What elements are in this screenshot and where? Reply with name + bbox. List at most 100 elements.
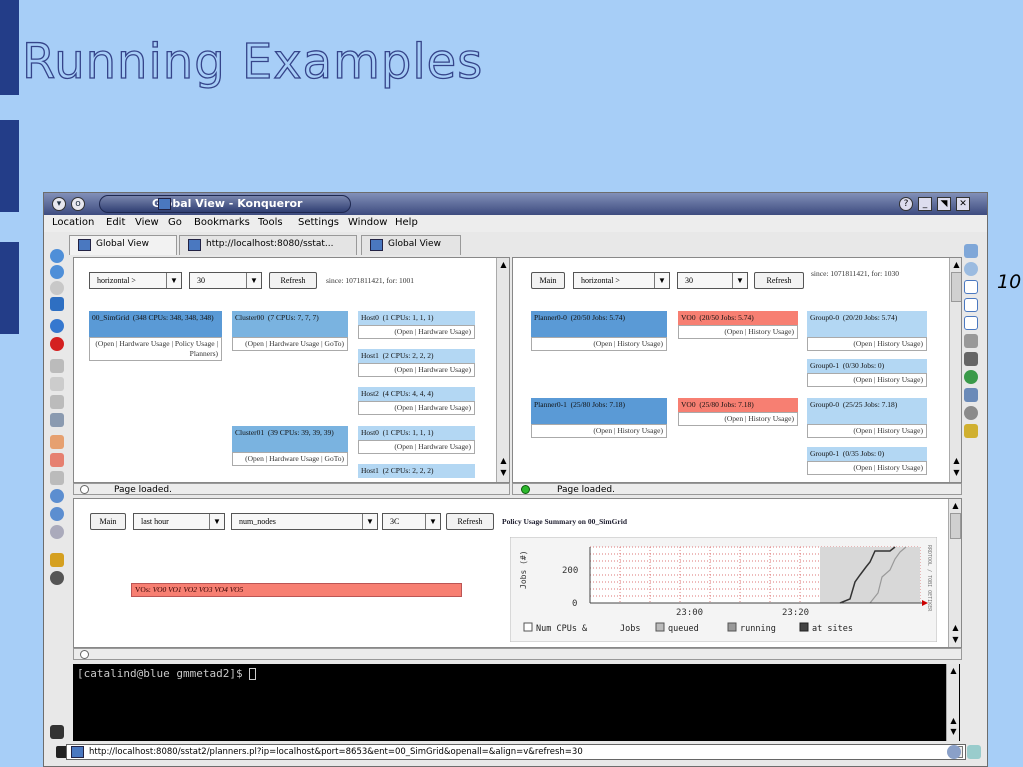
scroll-down-icon[interactable]: ▼ [498, 468, 509, 478]
location-input[interactable]: http://localhost:8080/sstat2/planners.pl… [66, 744, 966, 760]
terminal-cursor[interactable] [249, 668, 257, 680]
group-header[interactable]: Group0-1 (0/30 Jobs: 0) [807, 359, 927, 373]
scroll-down-icon[interactable]: ▼ [950, 635, 961, 645]
menu-window[interactable]: Window [348, 217, 387, 228]
vo-header[interactable]: VO0 (20/50 Jobs: 5.74) [678, 311, 798, 325]
main-button[interactable]: Main [90, 513, 126, 530]
host-header[interactable]: Host1 (2 CPUs: 2, 2, 2) [358, 349, 475, 363]
grid-links[interactable]: (Open | Hardware Usage | Policy Usage | … [89, 337, 222, 361]
find-icon[interactable] [50, 471, 64, 485]
window-titlebar[interactable]: ▾ o Global View - Konqueror ? _ ◥ ✕ [44, 193, 987, 215]
scroll-down-icon[interactable]: ▲ [498, 456, 509, 466]
grid-header[interactable]: 00_SimGrid (348 CPUs: 348, 348, 348) [89, 311, 222, 337]
orientation-select[interactable]: horizontal > ▼ [573, 272, 670, 289]
split-view-icon[interactable] [964, 280, 978, 294]
forward-icon[interactable] [50, 281, 64, 295]
host-links[interactable]: (Open | Hardware Usage) [358, 440, 475, 454]
host-links[interactable]: (Open | Hardware Usage) [358, 325, 475, 339]
settings-icon[interactable] [964, 352, 978, 366]
menu-bookmarks[interactable]: Bookmarks [194, 217, 250, 228]
scroll-up-icon[interactable]: ▲ [948, 666, 959, 676]
bookmark-icon[interactable] [964, 244, 978, 258]
menu-settings[interactable]: Settings [298, 217, 339, 228]
size-select[interactable]: 3C ▼ [382, 513, 441, 530]
up-arrow-icon[interactable] [50, 249, 64, 263]
host-links[interactable]: (Open | Hardware Usage) [358, 363, 475, 377]
group-links[interactable]: (Open | History Usage) [807, 424, 927, 438]
scroll-down-icon[interactable]: ▼ [948, 727, 959, 737]
zoom-in-icon[interactable] [50, 489, 64, 503]
bottom-frame-scrollbar[interactable]: ▲ ▲ ▼ [948, 499, 961, 647]
scroll-thumb[interactable] [951, 272, 961, 302]
menu-view[interactable]: View [135, 217, 159, 228]
host-links[interactable]: (Open | Hardware Usage) [358, 401, 475, 415]
tab-global-view-2[interactable]: Global View [361, 235, 461, 255]
history-icon[interactable] [964, 406, 978, 420]
refresh-button[interactable]: Refresh [269, 272, 317, 289]
scroll-down-icon[interactable]: ▲ [948, 716, 959, 726]
scroll-down-icon[interactable]: ▼ [951, 468, 961, 478]
menu-edit[interactable]: Edit [106, 217, 125, 228]
group-header[interactable]: Group0-1 (0/35 Jobs: 0) [807, 447, 927, 461]
refresh-button[interactable]: Refresh [754, 272, 804, 289]
maximize-icon[interactable]: ◥ [937, 197, 951, 211]
cut-icon[interactable] [50, 359, 64, 373]
right-frame-scrollbar[interactable]: ▲ ▲ ▼ [949, 258, 961, 482]
minimize-icon[interactable]: _ [918, 197, 932, 211]
group-links[interactable]: (Open | History Usage) [807, 373, 927, 387]
host-header[interactable]: Host0 (1 CPUs: 1, 1, 1) [358, 311, 475, 325]
warning-icon[interactable] [964, 424, 978, 438]
scroll-up-icon[interactable]: ▲ [951, 260, 961, 270]
panel2-icon[interactable] [964, 316, 978, 330]
cluster-header[interactable]: Cluster01 (39 CPUs: 39, 39, 39) [232, 426, 348, 452]
back-icon[interactable] [50, 265, 64, 279]
vo-links[interactable]: (Open | History Usage) [678, 412, 798, 426]
menu-location[interactable]: Location [52, 217, 94, 228]
host-header[interactable]: Host1 (2 CPUs: 2, 2, 2) [358, 464, 475, 478]
panel-icon[interactable] [964, 298, 978, 312]
scroll-up-icon[interactable]: ▲ [498, 260, 509, 270]
cluster-links[interactable]: (Open | Hardware Usage | GoTo) [232, 337, 348, 351]
window-menu-icon[interactable]: ▾ [52, 197, 66, 211]
zoom-out-icon[interactable] [50, 507, 64, 521]
sticky-icon[interactable]: o [71, 197, 85, 211]
interval-select[interactable]: 30 ▼ [677, 272, 748, 289]
close-icon[interactable]: ✕ [956, 197, 970, 211]
group-header[interactable]: Group0-0 (20/20 Jobs: 5.74) [807, 311, 927, 337]
help-icon[interactable]: ? [899, 197, 913, 211]
scroll-up-icon[interactable]: ▲ [950, 501, 961, 511]
planner-links[interactable]: (Open | History Usage) [531, 337, 667, 351]
menu-help[interactable]: Help [395, 217, 418, 228]
scroll-down-icon[interactable]: ▲ [951, 456, 961, 466]
home-icon[interactable] [50, 297, 64, 311]
planner-header[interactable]: Planner0-1 (25/80 Jobs: 7.18) [531, 398, 667, 424]
planner-links[interactable]: (Open | History Usage) [531, 424, 667, 438]
group-header[interactable]: Group0-0 (25/25 Jobs: 7.18) [807, 398, 927, 424]
left-frame-scrollbar[interactable]: ▲ ▲ ▼ [496, 258, 509, 482]
copy-icon[interactable] [50, 377, 64, 391]
group-links[interactable]: (Open | History Usage) [807, 461, 927, 475]
magnifier-icon[interactable] [964, 262, 978, 276]
orientation-select[interactable]: horizontal > ▼ [89, 272, 182, 289]
tools-icon[interactable] [964, 334, 978, 348]
search-icon[interactable] [50, 525, 64, 539]
planner-header[interactable]: Planner0-0 (20/50 Jobs: 5.74) [531, 311, 667, 337]
host-header[interactable]: Host0 (1 CPUs: 1, 1, 1) [358, 426, 475, 440]
vo-links[interactable]: (Open | History Usage) [678, 325, 798, 339]
vos-bar[interactable]: VOs: VO0 VO1 VO2 VO3 VO4 VO5 [131, 583, 462, 597]
vo-header[interactable]: VO0 (25/80 Jobs: 7.18) [678, 398, 798, 412]
metric-select[interactable]: num_nodes ▼ [231, 513, 378, 530]
menu-tools[interactable]: Tools [258, 217, 283, 228]
scroll-thumb[interactable] [950, 513, 961, 539]
font-smaller-icon[interactable] [50, 453, 64, 467]
download-icon[interactable] [50, 571, 64, 585]
tab-global-view[interactable]: Global View [69, 235, 177, 255]
reload-icon[interactable] [50, 319, 64, 333]
print-icon[interactable] [50, 413, 64, 427]
web-icon[interactable] [964, 388, 978, 402]
go-icon[interactable] [947, 745, 961, 759]
font-larger-icon[interactable] [50, 435, 64, 449]
stop-icon[interactable] [50, 337, 64, 351]
main-button[interactable]: Main [531, 272, 565, 289]
bookmark-add-icon[interactable] [967, 745, 981, 759]
